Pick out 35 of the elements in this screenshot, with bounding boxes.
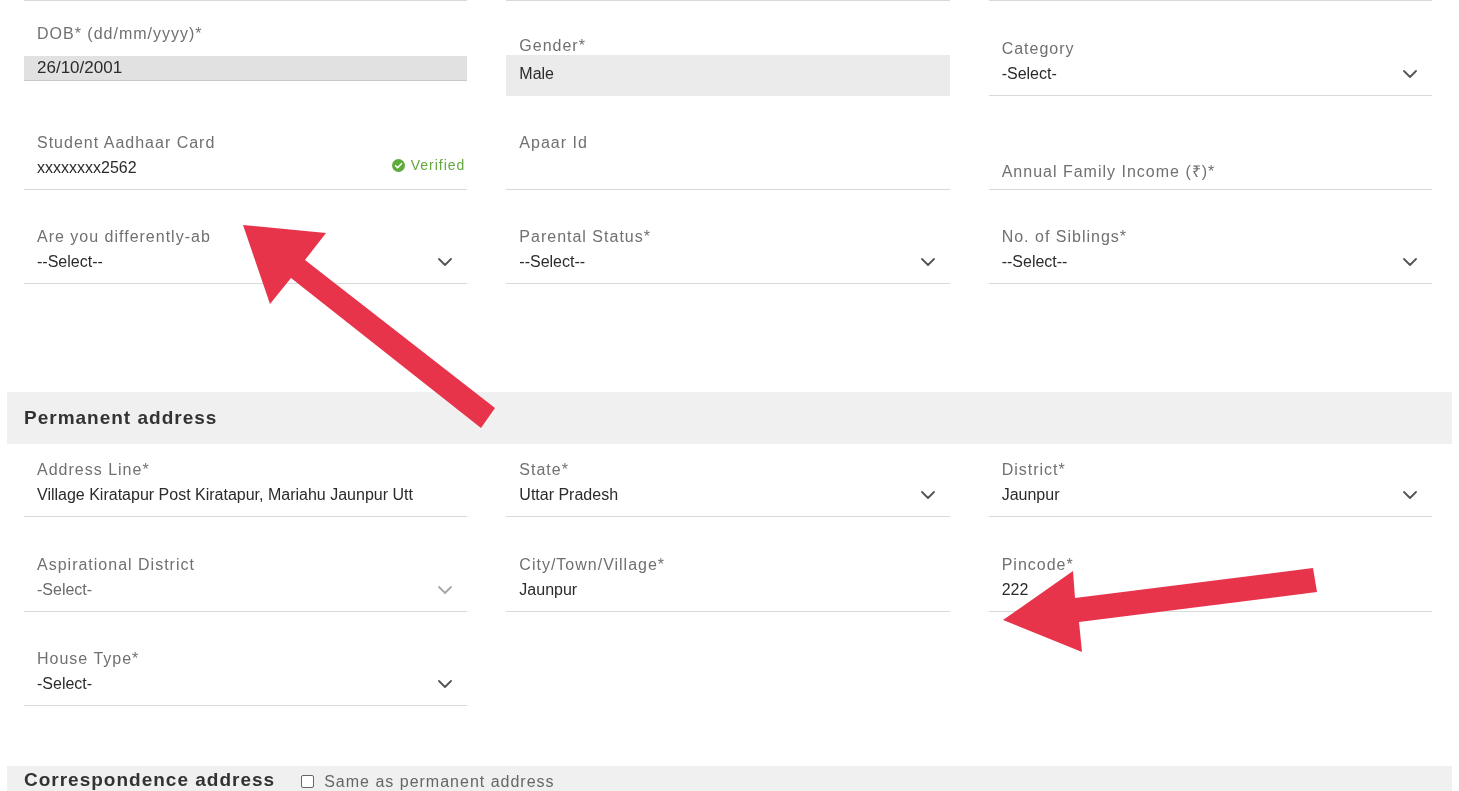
field-label: Gender*: [518, 37, 586, 55]
field-label: City/Town/Village*: [518, 555, 666, 575]
section-title: Permanent address: [24, 405, 218, 430]
chevron-down-icon: [438, 257, 453, 266]
field-label: Pincode*: [1000, 555, 1074, 575]
verified-status: Verified: [410, 156, 466, 174]
field-label: House Type*: [36, 649, 140, 669]
field-label: Category: [1000, 39, 1075, 59]
field-label: District*: [1000, 460, 1066, 480]
field-label: State*: [518, 460, 569, 480]
select-field[interactable]: Uttar Pradesh: [506, 482, 950, 517]
field-label: No. of Siblings*: [1000, 227, 1128, 247]
field-label: Aspirational District: [36, 555, 195, 575]
check-circle-icon: [391, 158, 405, 172]
chevron-down-icon: [1403, 490, 1417, 499]
chevron-down-icon: [920, 257, 935, 266]
chevron-down-icon: [438, 585, 453, 594]
select-field[interactable]: Jaunpur: [988, 482, 1432, 517]
select-field[interactable]: -Select-: [988, 61, 1432, 96]
chevron-down-icon: [438, 679, 453, 688]
section-title: Correspondence address: [24, 770, 276, 790]
field-label: Student Aadhaar Card: [36, 133, 216, 153]
checkbox[interactable]: [301, 775, 315, 788]
field-label: Apaar Id: [518, 133, 588, 153]
chevron-down-icon: [920, 490, 935, 499]
chevron-down-icon: [1403, 69, 1417, 78]
field-label: Are you differently-ab: [36, 227, 211, 247]
field-label: DOB* (dd/mm/yyyy)*: [36, 24, 203, 44]
checkbox-label[interactable]: Same as permanent address: [324, 773, 555, 790]
select-field[interactable]: -Select-: [24, 671, 468, 706]
select-field[interactable]: --Select--: [988, 249, 1432, 284]
field-label: Parental Status*: [518, 227, 651, 247]
field-label: Address Line*: [36, 460, 150, 480]
select-field[interactable]: --Select--: [506, 249, 950, 284]
chevron-down-icon: [1403, 257, 1417, 266]
